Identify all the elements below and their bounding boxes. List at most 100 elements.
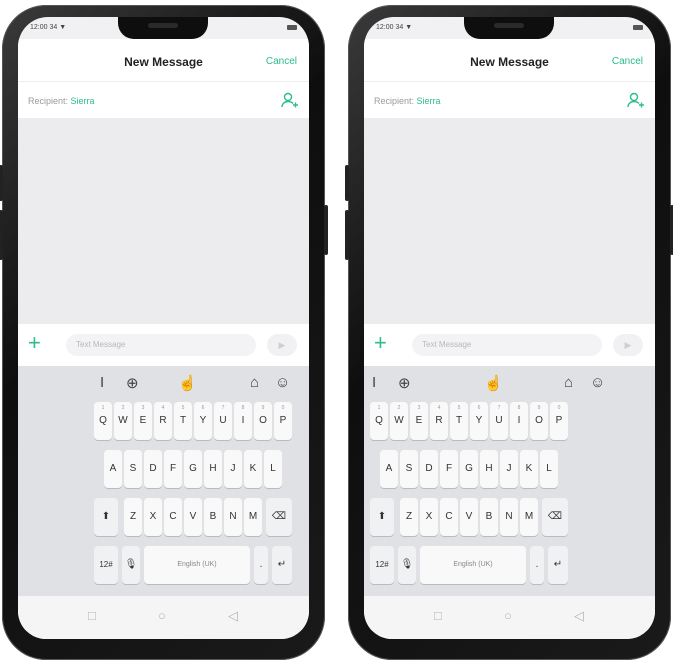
keyboard: Ι ⊕ ☝ ⌂ ☺ 1Q 2W 3E 4R 5T 6Y 7U 8I 9O 0P … <box>18 366 309 596</box>
key-k[interactable]: K <box>244 450 262 488</box>
key-l[interactable]: L <box>264 450 282 488</box>
key-u[interactable]: 7U <box>490 402 508 440</box>
mic-key[interactable]: 🎙 <box>122 546 140 584</box>
key-y[interactable]: 6Y <box>470 402 488 440</box>
enter-key[interactable]: ↵ <box>548 546 568 584</box>
emoji-icon[interactable]: ☺ <box>590 374 605 391</box>
enter-key[interactable]: ↵ <box>272 546 292 584</box>
hand-icon[interactable]: ☝ <box>484 374 503 392</box>
screen: 12:00 34 ▼ New Message Cancel Recipient:… <box>18 17 309 639</box>
key-v[interactable]: V <box>460 498 478 536</box>
key-c[interactable]: C <box>164 498 182 536</box>
key-r[interactable]: 4R <box>154 402 172 440</box>
key-j[interactable]: J <box>500 450 518 488</box>
key-n[interactable]: N <box>224 498 242 536</box>
key-w[interactable]: 2W <box>114 402 132 440</box>
header: New Message Cancel <box>18 39 309 81</box>
key-a[interactable]: A <box>104 450 122 488</box>
backspace-key[interactable]: ⌫ <box>266 498 292 536</box>
key-z[interactable]: Z <box>124 498 142 536</box>
add-contact-icon[interactable] <box>627 91 645 109</box>
key-v[interactable]: V <box>184 498 202 536</box>
key-i[interactable]: 8I <box>510 402 528 440</box>
message-input[interactable]: Text Message <box>412 334 602 356</box>
composer: + Text Message ▶ <box>364 324 655 366</box>
key-t[interactable]: 5T <box>450 402 468 440</box>
globe-icon[interactable]: ⊕ <box>126 374 139 392</box>
key-e[interactable]: 3E <box>410 402 428 440</box>
recipient-field[interactable]: Recipient: Sierra <box>18 81 309 118</box>
theme-icon[interactable]: ⌂ <box>250 374 259 391</box>
mic-key[interactable]: 🎙 <box>398 546 416 584</box>
key-n[interactable]: N <box>500 498 518 536</box>
key-m[interactable]: M <box>520 498 538 536</box>
key-y[interactable]: 6Y <box>194 402 212 440</box>
key-k[interactable]: K <box>520 450 538 488</box>
key-u[interactable]: 7U <box>214 402 232 440</box>
key-o[interactable]: 9O <box>530 402 548 440</box>
recents-icon[interactable]: □ <box>434 608 442 623</box>
home-icon[interactable]: ○ <box>504 608 512 623</box>
cancel-button[interactable]: Cancel <box>266 56 297 67</box>
key-p[interactable]: 0P <box>550 402 568 440</box>
key-j[interactable]: J <box>224 450 242 488</box>
recipient-field[interactable]: Recipient: Sierra <box>364 81 655 118</box>
numbers-key[interactable]: 12# <box>94 546 118 584</box>
attach-plus-icon[interactable]: + <box>28 332 41 354</box>
period-key[interactable]: . <box>530 546 544 584</box>
key-p[interactable]: 0P <box>274 402 292 440</box>
key-h[interactable]: H <box>480 450 498 488</box>
add-contact-icon[interactable] <box>281 91 299 109</box>
hand-icon[interactable]: ☝ <box>178 374 197 392</box>
recents-icon[interactable]: □ <box>88 608 96 623</box>
key-l[interactable]: L <box>540 450 558 488</box>
key-a[interactable]: A <box>380 450 398 488</box>
key-f[interactable]: F <box>440 450 458 488</box>
key-d[interactable]: D <box>420 450 438 488</box>
period-key[interactable]: . <box>254 546 268 584</box>
shift-key[interactable]: ⬆ <box>94 498 118 536</box>
key-d[interactable]: D <box>144 450 162 488</box>
theme-icon[interactable]: ⌂ <box>564 374 573 391</box>
key-i[interactable]: 8I <box>234 402 252 440</box>
key-x[interactable]: X <box>420 498 438 536</box>
cancel-button[interactable]: Cancel <box>612 56 643 67</box>
key-q[interactable]: 1Q <box>370 402 388 440</box>
key-b[interactable]: B <box>204 498 222 536</box>
message-input[interactable]: Text Message <box>66 334 256 356</box>
space-key[interactable]: English (UK) <box>144 546 250 584</box>
numbers-key[interactable]: 12# <box>370 546 394 584</box>
home-icon[interactable]: ○ <box>158 608 166 623</box>
space-key[interactable]: English (UK) <box>420 546 526 584</box>
key-f[interactable]: F <box>164 450 182 488</box>
key-c[interactable]: C <box>440 498 458 536</box>
cursor-icon[interactable]: Ι <box>100 374 104 391</box>
key-t[interactable]: 5T <box>174 402 192 440</box>
key-b[interactable]: B <box>480 498 498 536</box>
key-s[interactable]: S <box>124 450 142 488</box>
send-icon[interactable]: ▶ <box>267 334 297 356</box>
back-icon[interactable]: ◁ <box>574 608 584 624</box>
key-e[interactable]: 3E <box>134 402 152 440</box>
globe-icon[interactable]: ⊕ <box>398 374 411 392</box>
backspace-key[interactable]: ⌫ <box>542 498 568 536</box>
key-w[interactable]: 2W <box>390 402 408 440</box>
key-h[interactable]: H <box>204 450 222 488</box>
keyboard: Ι ⊕ ☝ ⌂ ☺ 1Q 2W 3E 4R 5T 6Y 7U 8I 9O 0P … <box>364 366 655 596</box>
back-icon[interactable]: ◁ <box>228 608 238 624</box>
key-m[interactable]: M <box>244 498 262 536</box>
send-icon[interactable]: ▶ <box>613 334 643 356</box>
key-g[interactable]: G <box>460 450 478 488</box>
cursor-icon[interactable]: Ι <box>372 374 376 391</box>
key-q[interactable]: 1Q <box>94 402 112 440</box>
camera-icon <box>494 23 524 28</box>
key-r[interactable]: 4R <box>430 402 448 440</box>
key-x[interactable]: X <box>144 498 162 536</box>
key-g[interactable]: G <box>184 450 202 488</box>
emoji-icon[interactable]: ☺ <box>275 374 290 391</box>
key-o[interactable]: 9O <box>254 402 272 440</box>
key-s[interactable]: S <box>400 450 418 488</box>
key-z[interactable]: Z <box>400 498 418 536</box>
attach-plus-icon[interactable]: + <box>374 332 387 354</box>
shift-key[interactable]: ⬆ <box>370 498 394 536</box>
